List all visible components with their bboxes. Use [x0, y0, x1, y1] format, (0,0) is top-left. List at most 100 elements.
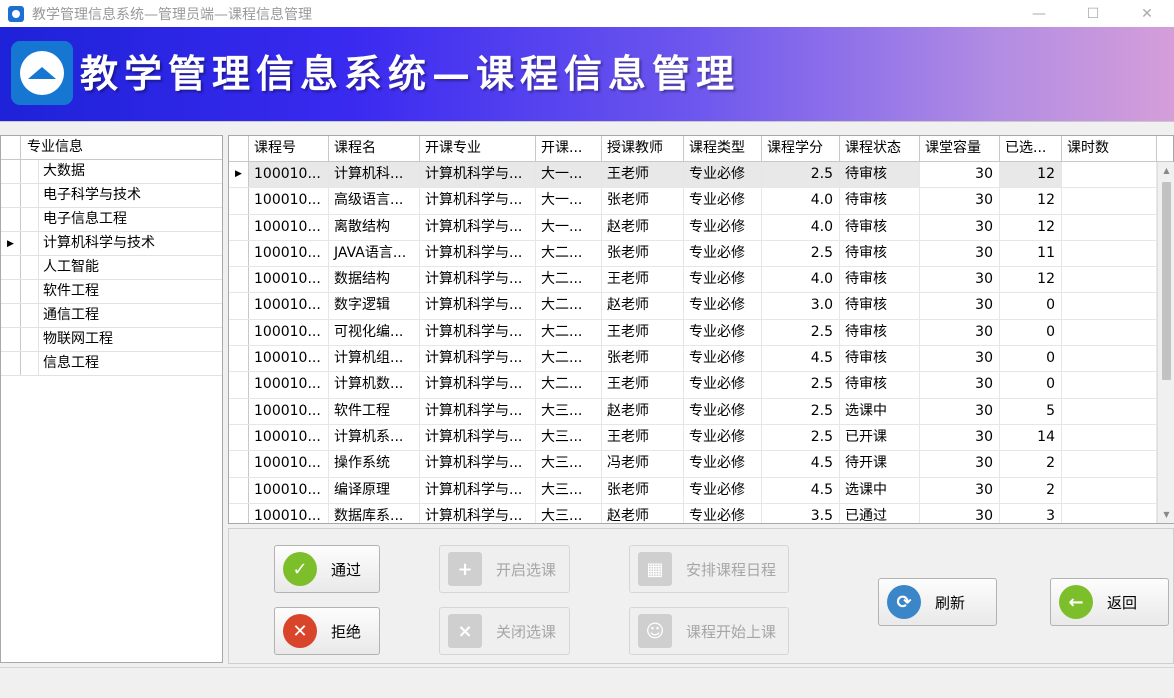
- table-cell[interactable]: 计算机科学与...: [420, 319, 536, 346]
- table-cell[interactable]: 张老师: [602, 346, 684, 372]
- table-cell[interactable]: 专业必修: [684, 424, 762, 451]
- table-cell[interactable]: 计算机科学与...: [420, 240, 536, 267]
- maximize-button[interactable]: ☐: [1066, 0, 1120, 27]
- table-cell[interactable]: 100010...: [249, 293, 329, 319]
- table-cell[interactable]: 赵老师: [602, 293, 684, 319]
- table-cell[interactable]: 专业必修: [684, 162, 762, 188]
- table-cell[interactable]: 计算机科学与...: [420, 398, 536, 424]
- table-cell[interactable]: 2.5: [762, 319, 840, 346]
- start-class-button[interactable]: ☺ 课程开始上课: [629, 607, 789, 655]
- table-cell[interactable]: 专业必修: [684, 398, 762, 424]
- table-cell[interactable]: 100010...: [249, 477, 329, 503]
- table-cell[interactable]: 30: [920, 477, 1000, 503]
- column-header[interactable]: 课时数: [1062, 136, 1157, 161]
- table-cell[interactable]: 大二...: [536, 240, 602, 267]
- close-button[interactable]: ✕: [1120, 0, 1174, 27]
- table-row[interactable]: 100010... 编译原理 计算机科学与... 大三... 张老师 专业必修 4.5 选课中…: [229, 477, 1173, 504]
- table-cell[interactable]: [1062, 372, 1157, 398]
- row-header[interactable]: [1, 160, 21, 183]
- table-cell[interactable]: 待审核: [840, 162, 920, 188]
- table-cell[interactable]: 操作系统: [329, 451, 420, 477]
- table-cell[interactable]: 30: [920, 346, 1000, 372]
- table-cell[interactable]: 2.5: [762, 424, 840, 451]
- row-header[interactable]: [229, 214, 249, 240]
- table-cell[interactable]: 赵老师: [602, 214, 684, 240]
- table-cell[interactable]: 100010...: [249, 214, 329, 240]
- table-cell[interactable]: 30: [920, 267, 1000, 293]
- table-cell[interactable]: 计算机科学与...: [420, 451, 536, 477]
- major-row[interactable]: 通信工程: [1, 304, 222, 328]
- row-header[interactable]: [229, 451, 249, 477]
- table-cell[interactable]: 14: [1000, 424, 1062, 451]
- table-cell[interactable]: 30: [920, 319, 1000, 346]
- table-cell[interactable]: 100010...: [249, 503, 329, 523]
- table-cell[interactable]: 专业必修: [684, 372, 762, 398]
- table-cell[interactable]: 可视化编...: [329, 319, 420, 346]
- major-row[interactable]: 电子科学与技术: [1, 184, 222, 208]
- table-cell[interactable]: 已通过: [840, 503, 920, 523]
- row-header[interactable]: [229, 346, 249, 372]
- column-header[interactable]: 授课教师: [602, 136, 684, 161]
- table-cell[interactable]: 待审核: [840, 293, 920, 319]
- table-cell[interactable]: 3: [1000, 503, 1062, 523]
- row-header[interactable]: [229, 424, 249, 451]
- table-cell[interactable]: 100010...: [249, 372, 329, 398]
- table-cell[interactable]: 专业必修: [684, 214, 762, 240]
- table-cell[interactable]: 计算机科学与...: [420, 214, 536, 240]
- table-cell[interactable]: 2.5: [762, 372, 840, 398]
- major-row[interactable]: 电子信息工程: [1, 208, 222, 232]
- table-cell[interactable]: 选课中: [840, 398, 920, 424]
- column-header[interactable]: 开课...: [536, 136, 602, 161]
- table-cell[interactable]: 2: [1000, 477, 1062, 503]
- table-cell[interactable]: 100010...: [249, 240, 329, 267]
- table-row[interactable]: 100010... 数据库系... 计算机科学与... 大三... 赵老师 专业必修 3.5…: [229, 503, 1173, 523]
- table-cell[interactable]: 11: [1000, 240, 1062, 267]
- table-cell[interactable]: 4.0: [762, 214, 840, 240]
- table-cell[interactable]: 3.0: [762, 293, 840, 319]
- table-row[interactable]: 100010... 数字逻辑 计算机科学与... 大二... 赵老师 专业必修 3.0 待审核…: [229, 293, 1173, 320]
- table-cell[interactable]: JAVA语言...: [329, 240, 420, 267]
- table-cell[interactable]: 12: [1000, 188, 1062, 214]
- major-name[interactable]: 软件工程: [39, 280, 99, 303]
- vertical-scrollbar[interactable]: ▲ ▼: [1157, 162, 1174, 523]
- table-cell[interactable]: 张老师: [602, 240, 684, 267]
- table-cell[interactable]: 30: [920, 398, 1000, 424]
- row-header[interactable]: [1, 184, 21, 207]
- major-row[interactable]: ▶ 计算机科学与技术: [1, 232, 222, 256]
- table-cell[interactable]: 12: [1000, 267, 1062, 293]
- table-cell[interactable]: 30: [920, 240, 1000, 267]
- table-cell[interactable]: 冯老师: [602, 451, 684, 477]
- row-header[interactable]: [229, 267, 249, 293]
- row-header[interactable]: [229, 477, 249, 503]
- table-cell[interactable]: 离散结构: [329, 214, 420, 240]
- table-cell[interactable]: 4.5: [762, 477, 840, 503]
- table-cell[interactable]: 王老师: [602, 372, 684, 398]
- table-cell[interactable]: 30: [920, 451, 1000, 477]
- table-cell[interactable]: 30: [920, 372, 1000, 398]
- table-cell[interactable]: 数据结构: [329, 267, 420, 293]
- table-cell[interactable]: 赵老师: [602, 503, 684, 523]
- table-cell[interactable]: 专业必修: [684, 319, 762, 346]
- table-cell[interactable]: [1062, 424, 1157, 451]
- table-cell[interactable]: 大三...: [536, 503, 602, 523]
- table-cell[interactable]: 待审核: [840, 267, 920, 293]
- table-cell[interactable]: 待审核: [840, 319, 920, 346]
- table-cell[interactable]: [1062, 267, 1157, 293]
- row-header[interactable]: [229, 188, 249, 214]
- major-row[interactable]: 软件工程: [1, 280, 222, 304]
- table-cell[interactable]: 30: [920, 188, 1000, 214]
- row-header[interactable]: [229, 240, 249, 267]
- table-cell[interactable]: 计算机科学与...: [420, 346, 536, 372]
- table-cell[interactable]: 王老师: [602, 267, 684, 293]
- table-cell[interactable]: 4.0: [762, 188, 840, 214]
- table-cell[interactable]: 100010...: [249, 162, 329, 188]
- table-cell[interactable]: 赵老师: [602, 398, 684, 424]
- row-header[interactable]: [229, 372, 249, 398]
- table-cell[interactable]: 王老师: [602, 319, 684, 346]
- column-header[interactable]: 课程类型: [684, 136, 762, 161]
- table-cell[interactable]: 高级语言...: [329, 188, 420, 214]
- table-cell[interactable]: [1062, 214, 1157, 240]
- table-cell[interactable]: [1062, 398, 1157, 424]
- table-cell[interactable]: 4.5: [762, 346, 840, 372]
- major-name[interactable]: 信息工程: [39, 352, 99, 375]
